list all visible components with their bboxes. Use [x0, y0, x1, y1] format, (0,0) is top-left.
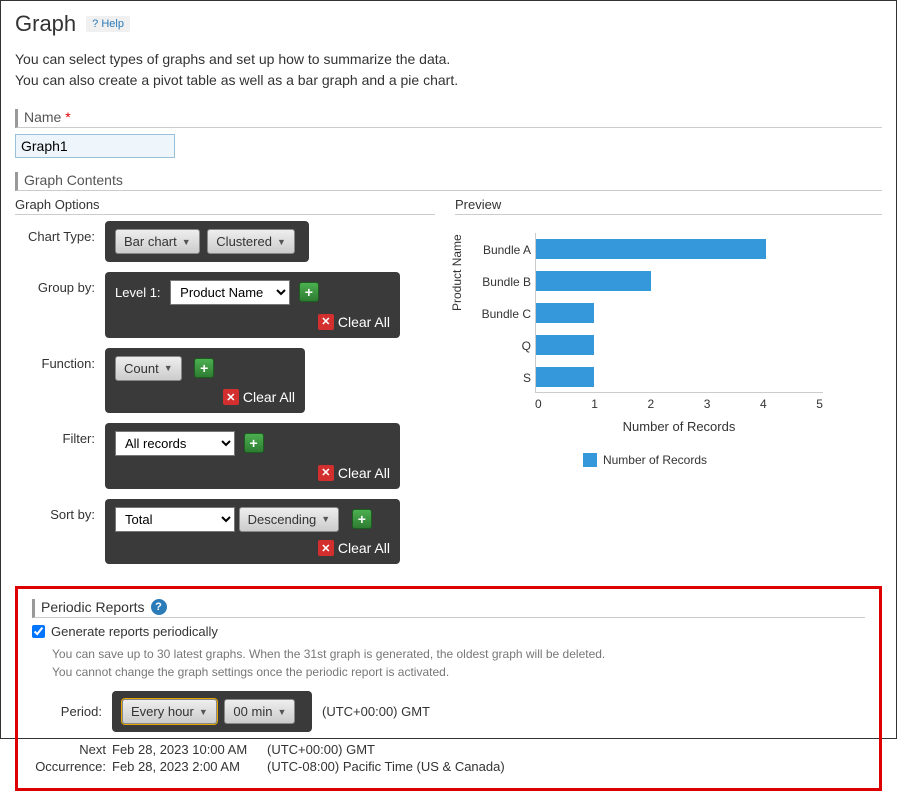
- x-tick: 5: [816, 397, 823, 411]
- graph-contents-header: Graph Contents: [15, 172, 882, 191]
- chevron-down-icon: ▼: [199, 707, 208, 717]
- group-by-clear-all[interactable]: ✕ Clear All: [318, 314, 390, 330]
- group-by-label: Group by:: [15, 272, 105, 295]
- function-label: Function:: [15, 348, 105, 371]
- bar-category-label: Q: [461, 339, 531, 353]
- period-frequency-dropdown[interactable]: Every hour▼: [122, 699, 217, 724]
- bar-category-label: S: [461, 371, 531, 385]
- chart-type-label: Chart Type:: [15, 221, 105, 244]
- bar: [536, 303, 594, 323]
- preview-header: Preview: [455, 197, 882, 215]
- legend-swatch: [583, 453, 597, 467]
- sort-by-label: Sort by:: [15, 499, 105, 522]
- graph-name-input[interactable]: [15, 134, 175, 158]
- help-icon[interactable]: ?: [151, 599, 167, 615]
- next-occurrence-tz-2: (UTC-08:00) Pacific Time (US & Canada): [267, 759, 527, 774]
- sort-clear-all[interactable]: ✕ Clear All: [318, 540, 390, 556]
- generate-periodically-checkbox[interactable]: [32, 625, 45, 638]
- bar: [536, 335, 594, 355]
- periodic-header-label: Periodic Reports: [41, 599, 145, 615]
- x-tick: 4: [760, 397, 767, 411]
- add-group-button[interactable]: +: [299, 282, 319, 302]
- next-occurrence-tz-1: (UTC+00:00) GMT: [267, 742, 527, 757]
- desc-line-2: You can also create a pivot table as wel…: [15, 70, 882, 91]
- legend: Number of Records: [455, 453, 835, 467]
- bar: [536, 271, 651, 291]
- close-icon: ✕: [318, 465, 334, 481]
- help-link[interactable]: Help: [86, 16, 130, 32]
- x-tick: 3: [704, 397, 711, 411]
- generate-periodically-label: Generate reports periodically: [51, 624, 218, 639]
- chevron-down-icon: ▼: [321, 514, 330, 524]
- add-function-button[interactable]: +: [194, 358, 214, 378]
- graph-options-header: Graph Options: [15, 197, 435, 215]
- x-tick: 2: [648, 397, 655, 411]
- bar-category-label: Bundle B: [461, 275, 531, 289]
- filter-label: Filter:: [15, 423, 105, 446]
- next-occurrence-date-1: Feb 28, 2023 10:00 AM: [112, 742, 267, 757]
- close-icon: ✕: [318, 540, 334, 556]
- add-sort-button[interactable]: +: [352, 509, 372, 529]
- x-axis-label: Number of Records: [535, 419, 823, 434]
- level-1-label: Level 1:: [115, 285, 161, 300]
- period-label: Period:: [32, 704, 102, 719]
- period-timezone: (UTC+00:00) GMT: [322, 704, 430, 719]
- bar-category-label: Bundle C: [461, 307, 531, 321]
- chart-type-main-dropdown[interactable]: Bar chart▼: [115, 229, 200, 254]
- bar-row: [536, 329, 823, 361]
- sort-order-dropdown[interactable]: Descending▼: [239, 507, 340, 532]
- bar: [536, 239, 766, 259]
- bar-row: [536, 265, 823, 297]
- legend-label: Number of Records: [603, 453, 707, 467]
- bar-row: [536, 233, 823, 265]
- chevron-down-icon: ▼: [277, 237, 286, 247]
- bar: [536, 367, 594, 387]
- next-occurrence-label-top: Next: [32, 742, 112, 757]
- next-occurrence-label-bottom: Occurrence:: [32, 759, 112, 774]
- name-section-header: Name *: [15, 109, 882, 128]
- filter-clear-all[interactable]: ✕ Clear All: [318, 465, 390, 481]
- required-asterisk: *: [65, 109, 70, 125]
- function-dropdown[interactable]: Count▼: [115, 356, 182, 381]
- function-clear-all[interactable]: ✕ Clear All: [223, 389, 295, 405]
- period-minute-dropdown[interactable]: 00 min▼: [224, 699, 295, 724]
- filter-select[interactable]: All records: [115, 431, 235, 456]
- bar-row: [536, 361, 823, 393]
- desc-line-1: You can select types of graphs and set u…: [15, 49, 882, 70]
- x-tick: 0: [535, 397, 542, 411]
- group-by-select[interactable]: Product Name: [170, 280, 290, 305]
- next-occurrence-date-2: Feb 28, 2023 2:00 AM: [112, 759, 267, 774]
- chart-preview: Product Name Bundle ABundle BBundle CQS …: [455, 221, 835, 471]
- close-icon: ✕: [223, 389, 239, 405]
- add-filter-button[interactable]: +: [244, 433, 264, 453]
- periodic-note: You can save up to 30 latest graphs. Whe…: [52, 645, 865, 681]
- close-icon: ✕: [318, 314, 334, 330]
- chevron-down-icon: ▼: [164, 363, 173, 373]
- bar-category-label: Bundle A: [461, 243, 531, 257]
- page-description: You can select types of graphs and set u…: [15, 49, 882, 91]
- x-tick: 1: [591, 397, 598, 411]
- page-title: Graph: [15, 11, 76, 37]
- bar-row: [536, 297, 823, 329]
- sort-by-select[interactable]: Total: [115, 507, 235, 532]
- periodic-reports-section: Periodic Reports ? Generate reports peri…: [15, 586, 882, 791]
- chevron-down-icon: ▼: [182, 237, 191, 247]
- chart-type-sub-dropdown[interactable]: Clustered▼: [207, 229, 295, 254]
- chevron-down-icon: ▼: [277, 707, 286, 717]
